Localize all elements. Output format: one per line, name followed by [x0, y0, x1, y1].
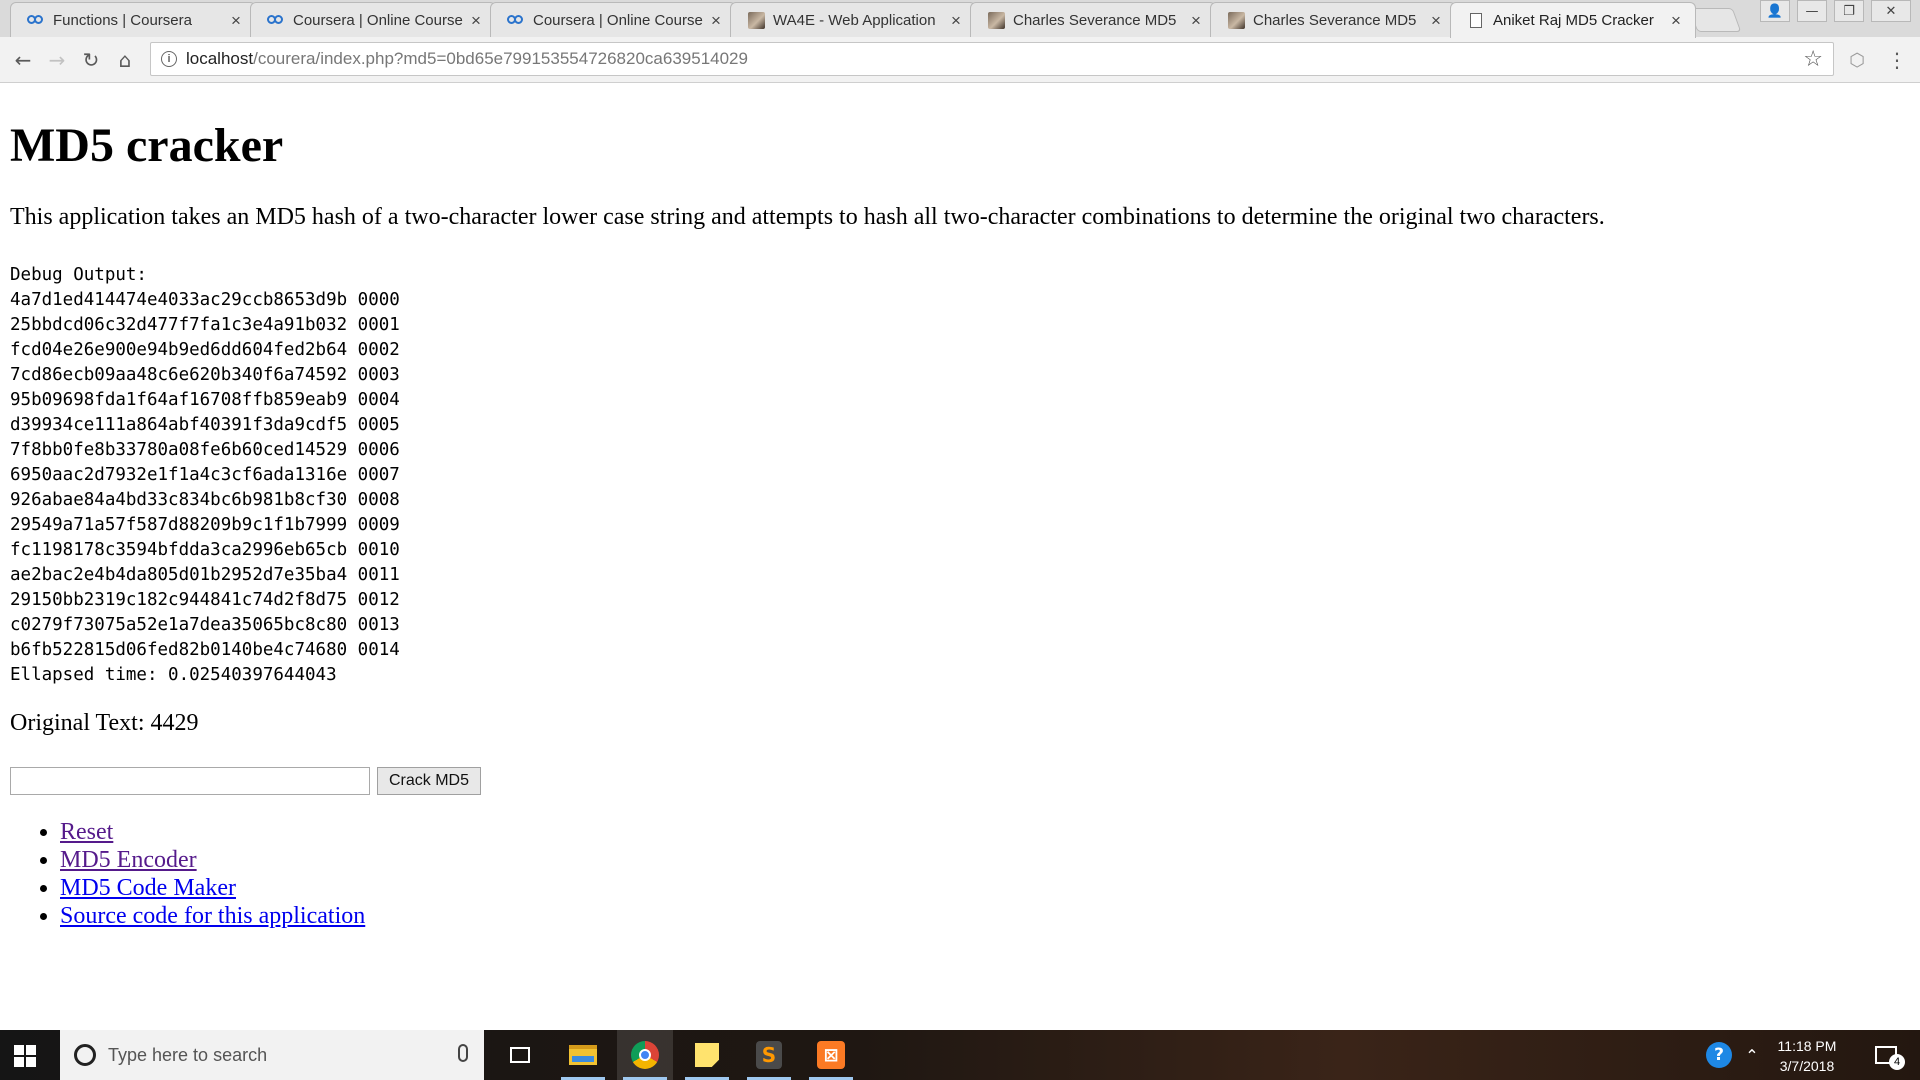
link-list: Reset MD5 Encoder MD5 Code Maker Source …: [10, 818, 365, 930]
sublime-text-icon[interactable]: S: [741, 1030, 797, 1080]
notification-count: 4: [1889, 1054, 1905, 1070]
extension-icon[interactable]: ⬡: [1842, 45, 1872, 75]
page-title: MD5 cracker: [10, 119, 284, 172]
photo-icon: [1227, 11, 1245, 29]
taskbar-search[interactable]: Type here to search: [60, 1030, 484, 1080]
debug-line: d39934ce111a864abf40391f3da9cdf5 0005: [10, 415, 400, 435]
file-explorer-icon[interactable]: [555, 1030, 611, 1080]
close-icon[interactable]: ×: [951, 12, 965, 29]
md5-input[interactable]: [10, 767, 370, 795]
debug-line: 29549a71a57f587d88209b9c1f1b7999 0009: [10, 515, 400, 535]
close-icon[interactable]: ×: [231, 12, 245, 29]
address-bar[interactable]: i localhost/courera/index.php?md5=0bd65e…: [150, 42, 1834, 76]
chrome-icon[interactable]: [617, 1030, 673, 1080]
list-item: Reset: [60, 818, 365, 846]
tab-title: Aniket Raj MD5 Cracker: [1493, 12, 1654, 29]
debug-label: Debug Output:: [10, 265, 147, 285]
tab-wa4e[interactable]: WA4E - Web Application ×: [730, 2, 976, 37]
bookmark-star-icon[interactable]: ☆: [1803, 47, 1823, 72]
cortana-icon: [74, 1044, 96, 1066]
minimize-button[interactable]: —: [1797, 0, 1827, 22]
chevron-up-icon[interactable]: ⌃: [1740, 1030, 1764, 1080]
tab-charles-severance-md5-2[interactable]: Charles Severance MD5 ×: [1210, 2, 1456, 37]
search-placeholder: Type here to search: [108, 1044, 268, 1065]
system-clock[interactable]: 11:18 PM 3/7/2018: [1762, 1036, 1852, 1076]
tab-strip: Functions | Coursera × Coursera | Online…: [0, 0, 1920, 38]
tab-title: Coursera | Online Course: [533, 11, 703, 29]
sticky-notes-icon[interactable]: [679, 1030, 735, 1080]
browser-toolbar: ← → ↻ ⌂ i localhost/courera/index.php?md…: [0, 37, 1920, 83]
windows-start-icon[interactable]: [14, 1045, 36, 1067]
close-icon[interactable]: ×: [1671, 12, 1685, 29]
debug-line: ae2bac2e4b4da805d01b2952d7e35ba4 0011: [10, 565, 400, 585]
tab-title: WA4E - Web Application: [773, 11, 936, 29]
close-window-button[interactable]: ✕: [1871, 0, 1911, 22]
md5-encoder-link[interactable]: MD5 Encoder: [60, 847, 197, 873]
debug-line: 926abae84a4bd33c834bc6b981b8cf30 0008: [10, 490, 400, 510]
original-text: Original Text: 4429: [10, 710, 199, 736]
debug-line: fc1198178c3594bfdda3ca2996eb65cb 0010: [10, 540, 400, 560]
debug-line: c0279f73075a52e1a7dea35065bc8c80 0013: [10, 615, 400, 635]
tab-title: Charles Severance MD5: [1253, 11, 1417, 29]
clock-time: 11:18 PM: [1777, 1038, 1837, 1054]
tab-functions-coursera[interactable]: Functions | Coursera ×: [10, 2, 256, 37]
coursera-icon: [27, 11, 45, 29]
debug-line: fcd04e26e900e94b9ed6dd604fed2b64 0002: [10, 340, 400, 360]
debug-line: 95b09698fda1f64af16708ffb859eab9 0004: [10, 390, 400, 410]
debug-line: 7f8bb0fe8b33780a08fe6b60ced14529 0006: [10, 440, 400, 460]
coursera-icon: [267, 11, 285, 29]
xampp-icon[interactable]: ⊠: [803, 1030, 859, 1080]
tab-coursera-online-course-2[interactable]: Coursera | Online Course ×: [490, 2, 736, 37]
debug-line: 4a7d1ed414474e4033ac29ccb8653d9b 0000: [10, 290, 400, 310]
close-icon[interactable]: ×: [711, 12, 725, 29]
home-icon[interactable]: ⌂: [110, 45, 140, 75]
tab-coursera-online-course[interactable]: Coursera | Online Course ×: [250, 2, 496, 37]
crack-md5-button[interactable]: Crack MD5: [377, 767, 481, 795]
back-arrow-icon[interactable]: ←: [8, 45, 38, 75]
tab-title: Functions | Coursera: [53, 11, 192, 29]
list-item: MD5 Code Maker: [60, 874, 365, 902]
task-view-icon[interactable]: [492, 1030, 548, 1080]
photo-icon: [747, 11, 765, 29]
debug-line: 25bbdcd06c32d477f7fa1c3e4a91b032 0001: [10, 315, 400, 335]
source-code-link[interactable]: Source code for this application: [60, 903, 365, 929]
elapsed-time: Ellapsed time: 0.02540397644043: [10, 665, 337, 685]
menu-icon[interactable]: ⋮: [1882, 45, 1912, 75]
photo-icon: [987, 11, 1005, 29]
clock-date: 3/7/2018: [1779, 1058, 1835, 1074]
reset-link[interactable]: Reset: [60, 819, 113, 845]
url-path: /courera/index.php?md5=0bd65e79915355472…: [253, 49, 748, 68]
page-description: This application takes an MD5 hash of a …: [10, 204, 1605, 230]
debug-line: 7cd86ecb09aa48c6e620b340f6a74592 0003: [10, 365, 400, 385]
reload-icon[interactable]: ↻: [76, 45, 106, 75]
debug-line: 29150bb2319c182c944841c74d2f8d75 0012: [10, 590, 400, 610]
debug-line: b6fb522815d06fed82b0140be4c74680 0014: [10, 640, 400, 660]
tab-charles-severance-md5[interactable]: Charles Severance MD5 ×: [970, 2, 1216, 37]
close-icon[interactable]: ×: [471, 12, 485, 29]
document-icon: [1467, 12, 1485, 30]
notification-icon[interactable]: 4: [1866, 1030, 1906, 1080]
info-icon[interactable]: i: [161, 51, 177, 67]
tab-title: Charles Severance MD5: [1013, 11, 1177, 29]
tab-title: Coursera | Online Course: [293, 11, 463, 29]
debug-output: Debug Output: 4a7d1ed414474e4033ac29ccb86…: [10, 263, 400, 688]
debug-line: 6950aac2d7932e1f1a4c3cf6ada1316e 0007: [10, 465, 400, 485]
microphone-icon[interactable]: [458, 1044, 468, 1062]
tab-md5-cracker[interactable]: Aniket Raj MD5 Cracker ×: [1450, 2, 1696, 38]
list-item: Source code for this application: [60, 902, 365, 930]
close-icon[interactable]: ×: [1191, 12, 1205, 29]
taskbar: Type here to search S ⊠ ? ⌃ 11:18 PM 3/7…: [0, 1030, 1920, 1080]
restore-button[interactable]: ❐: [1834, 0, 1864, 22]
page-content: MD5 cracker This application takes an MD…: [0, 84, 1920, 1030]
help-icon[interactable]: ?: [1702, 1030, 1736, 1080]
coursera-icon: [507, 11, 525, 29]
list-item: MD5 Encoder: [60, 846, 365, 874]
forward-arrow-icon[interactable]: →: [42, 45, 72, 75]
new-tab-button[interactable]: [1688, 8, 1742, 32]
url-host: localhost: [186, 49, 254, 68]
close-icon[interactable]: ×: [1431, 12, 1445, 29]
md5-code-maker-link[interactable]: MD5 Code Maker: [60, 875, 236, 901]
profile-icon[interactable]: 👤: [1760, 0, 1790, 22]
